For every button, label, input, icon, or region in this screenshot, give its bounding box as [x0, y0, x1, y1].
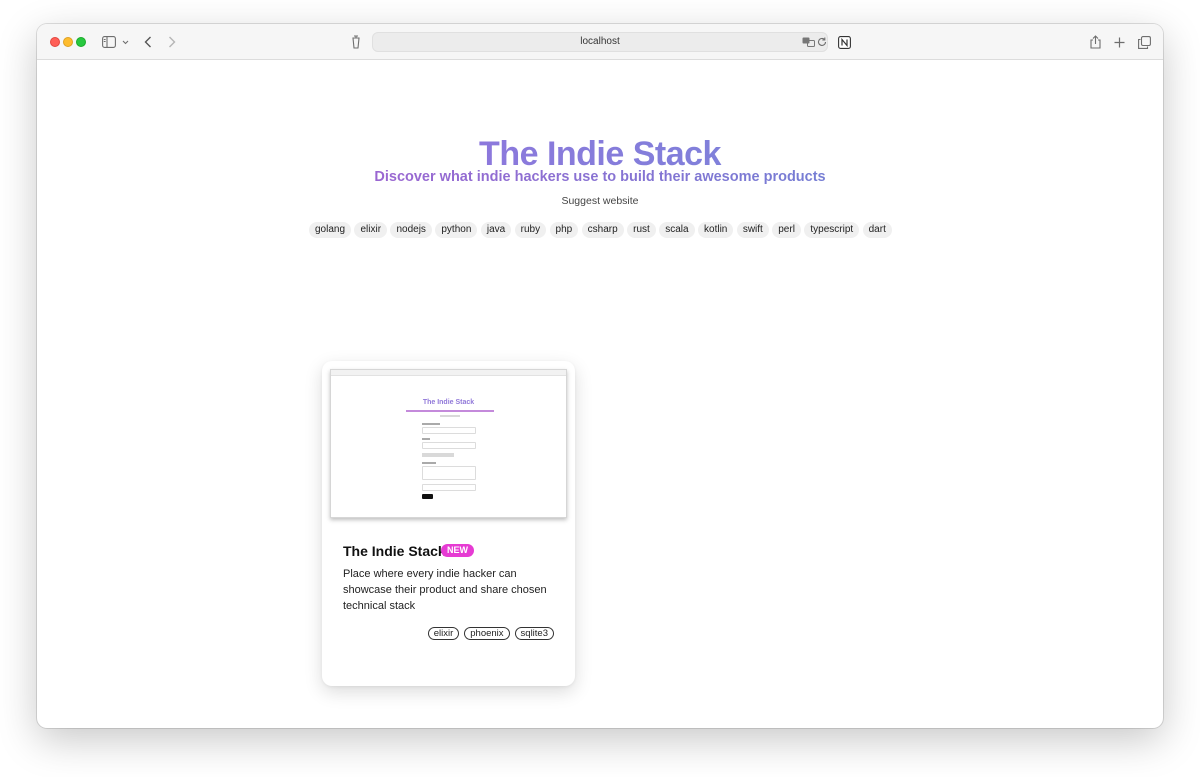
stack-tag-elixir[interactable]: elixir [427, 627, 460, 640]
screenshot-file-input [422, 453, 454, 457]
address-bar[interactable]: localhost [372, 32, 828, 52]
browser-window: localhost The Indie Stack Discover what … [37, 24, 1163, 728]
language-filter-tags: golang elixir nodejs python java ruby ph… [309, 222, 892, 238]
new-badge: NEW [441, 544, 474, 557]
screenshot-label-line [422, 423, 440, 425]
browser-toolbar: localhost [37, 24, 1163, 60]
tag-elixir[interactable]: elixir [354, 222, 388, 238]
screenshot-submit-button [422, 494, 433, 499]
screenshot-field [422, 427, 476, 434]
tag-java[interactable]: java [480, 222, 512, 238]
tabs-icon[interactable] [1137, 33, 1151, 51]
plus-icon[interactable] [1112, 33, 1126, 51]
address-text: localhost [580, 36, 620, 47]
tag-nodejs[interactable]: nodejs [390, 222, 432, 238]
tag-php[interactable]: php [549, 222, 579, 238]
screenshot-browser-bar [331, 370, 566, 376]
chevron-down-icon[interactable] [121, 33, 129, 51]
stack-tag-sqlite3[interactable]: sqlite3 [514, 627, 554, 640]
tag-swift[interactable]: swift [736, 222, 769, 238]
minimize-window-button[interactable] [63, 37, 73, 47]
translate-icon[interactable] [801, 35, 815, 49]
tag-dart[interactable]: dart [862, 222, 892, 238]
site-subtitle: Discover what indie hackers use to build… [37, 169, 1163, 185]
tag-scala[interactable]: scala [659, 222, 695, 238]
tag-csharp[interactable]: csharp [581, 222, 624, 238]
screenshot-text-line [440, 415, 460, 417]
tag-python[interactable]: python [435, 222, 478, 238]
back-icon[interactable] [141, 33, 155, 51]
product-stack-tags: elixir phoenix sqlite3 [427, 627, 554, 640]
product-description: Place where every indie hacker can showc… [343, 568, 547, 612]
screenshot-title: The Indie Stack [422, 399, 475, 406]
close-window-button[interactable] [50, 37, 60, 47]
shield-icon[interactable] [349, 33, 363, 51]
tag-perl[interactable]: perl [772, 222, 801, 238]
sidebar-icon[interactable] [101, 33, 117, 51]
tag-kotlin[interactable]: kotlin [698, 222, 734, 238]
reload-icon[interactable] [816, 35, 828, 49]
screenshot-field [422, 442, 476, 449]
suggest-website-link[interactable]: Suggest website [37, 195, 1163, 207]
screenshot-textarea [422, 466, 476, 480]
screenshot-subtitle-line [406, 410, 494, 412]
share-icon[interactable] [1088, 33, 1102, 51]
screenshot-label-line [422, 462, 436, 464]
zoom-window-button[interactable] [76, 37, 86, 47]
notion-icon[interactable] [836, 33, 852, 51]
forward-icon[interactable] [165, 33, 179, 51]
stack-tag-phoenix[interactable]: phoenix [464, 627, 510, 640]
tag-rust[interactable]: rust [627, 222, 656, 238]
tag-ruby[interactable]: ruby [514, 222, 547, 238]
screenshot-label-line [422, 438, 430, 440]
product-screenshot: The Indie Stack [330, 369, 567, 518]
page-content: The Indie Stack Discover what indie hack… [37, 61, 1163, 728]
tag-typescript[interactable]: typescript [804, 222, 860, 238]
screenshot-field [422, 484, 476, 491]
product-title: The Indie Stack [343, 543, 446, 559]
tag-golang[interactable]: golang [309, 222, 352, 238]
product-card[interactable]: The Indie Stack The Indie Stack NEW Plac… [322, 361, 575, 686]
